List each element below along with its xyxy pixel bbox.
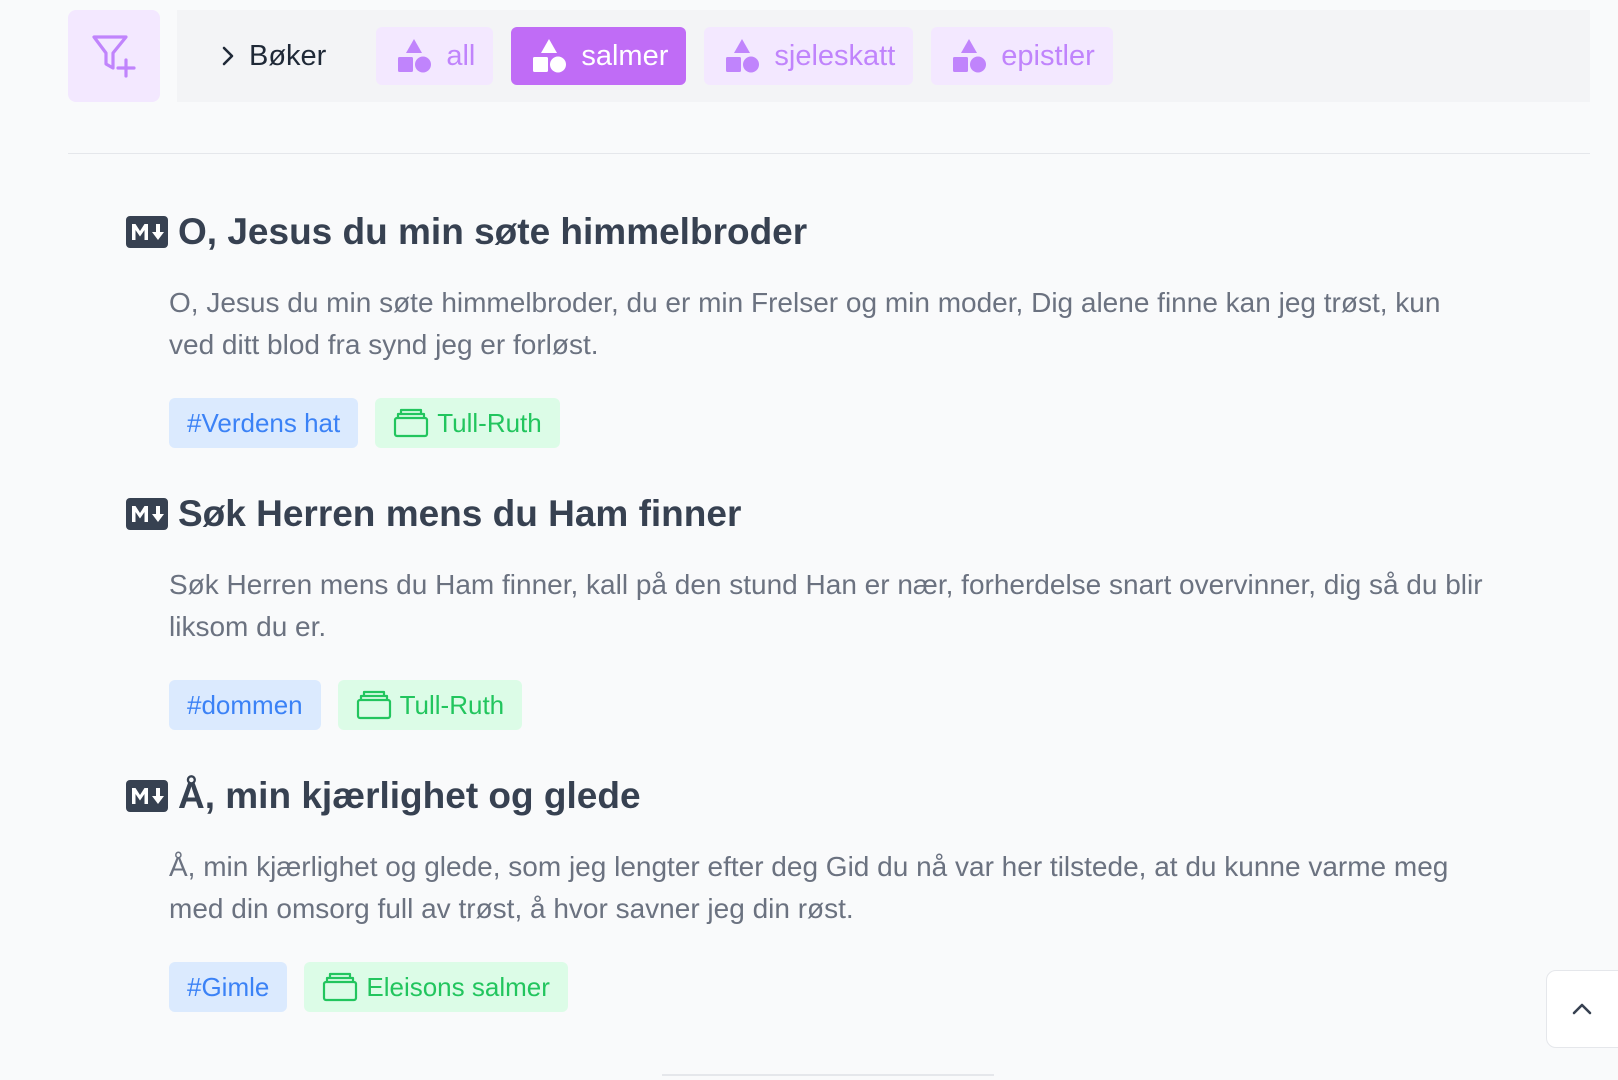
hashtag-label: #dommen	[187, 689, 303, 720]
document-title[interactable]: O, Jesus du min søte himmelbroder	[178, 211, 807, 253]
breadcrumb-label: Bøker	[249, 39, 327, 72]
chip-label: epistler	[1001, 39, 1095, 72]
hashtag[interactable]: #Verdens hat	[169, 398, 359, 448]
chevron-right-icon	[222, 46, 234, 66]
breadcrumb-boker[interactable]: Bøker	[221, 40, 326, 73]
scroll-top-button[interactable]	[1546, 970, 1618, 1048]
document-card: Søk Herren mens du Ham finner Søk Herren…	[126, 482, 1486, 730]
collection-tag[interactable]: Eleisons salmer	[304, 962, 568, 1012]
collection-label: Eleisons salmer	[366, 971, 550, 1002]
folder-icon	[356, 690, 391, 720]
document-card: O, Jesus du min søte himmelbroder O, Jes…	[126, 200, 1486, 448]
shapes-icon	[533, 39, 567, 73]
hashtag-label: #Gimle	[187, 971, 270, 1002]
chip-label: all	[446, 39, 476, 72]
hashtag-label: #Verdens hat	[187, 407, 341, 438]
chip-label: sjeleskatt	[774, 39, 896, 72]
collection-label: Tull-Ruth	[399, 689, 505, 720]
chip-label: salmer	[581, 39, 669, 72]
collection-label: Tull-Ruth	[437, 407, 542, 438]
document-excerpt: O, Jesus du min søte himmelbroder, du er…	[169, 287, 1441, 360]
shapes-icon	[726, 39, 760, 73]
hashtag[interactable]: #dommen	[169, 680, 321, 730]
chip-epistler[interactable]: epistler	[931, 27, 1113, 85]
document-title[interactable]: Å, min kjærlighet og glede	[178, 775, 641, 817]
document-excerpt: Å, min kjærlighet og glede, som jeg leng…	[169, 851, 1449, 924]
markdown-icon	[126, 498, 168, 530]
document-title[interactable]: Søk Herren mens du Ham finner	[178, 493, 741, 535]
add-filter-button[interactable]	[68, 10, 160, 102]
toolbar: Bøker all salmer sjeleskatt epistler	[177, 10, 1590, 102]
divider	[68, 153, 1590, 154]
document-list: O, Jesus du min søte himmelbroder O, Jes…	[126, 200, 1486, 1012]
chip-all[interactable]: all	[376, 27, 494, 85]
chevron-up-icon	[1572, 1003, 1592, 1015]
shapes-icon	[953, 39, 987, 73]
chip-salmer[interactable]: salmer	[511, 27, 687, 85]
markdown-icon	[126, 216, 168, 248]
shapes-icon	[398, 39, 432, 73]
hashtag[interactable]: #Gimle	[169, 962, 288, 1012]
filter-plus-icon	[92, 35, 136, 78]
scroll-indicator	[662, 1074, 994, 1076]
folder-icon	[394, 408, 429, 438]
chip-sjeleskatt[interactable]: sjeleskatt	[704, 27, 914, 85]
document-excerpt: Søk Herren mens du Ham finner, kall på d…	[169, 569, 1483, 642]
collection-tag[interactable]: Tull-Ruth	[375, 398, 560, 448]
collection-tag[interactable]: Tull-Ruth	[337, 680, 523, 730]
document-card: Å, min kjærlighet og glede Å, min kjærli…	[126, 764, 1486, 1012]
folder-icon	[323, 972, 358, 1002]
markdown-icon	[126, 780, 168, 812]
